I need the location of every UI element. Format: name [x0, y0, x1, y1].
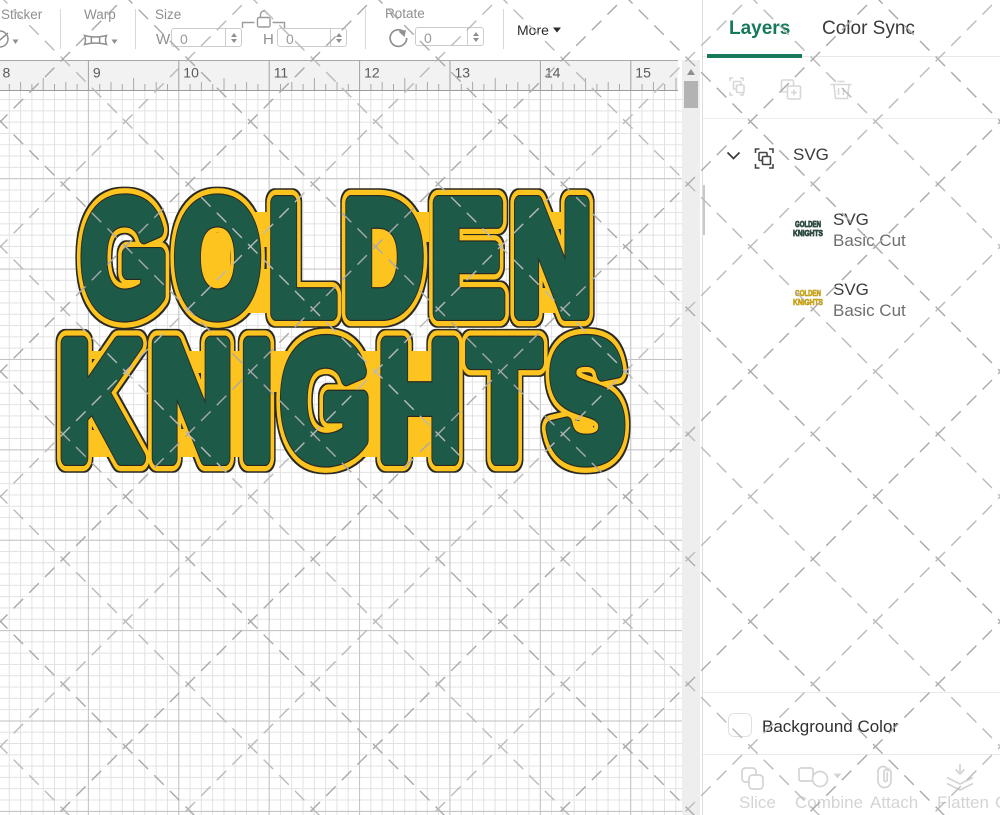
svg-text:KNIGHTS: KNIGHTS — [59, 308, 633, 494]
